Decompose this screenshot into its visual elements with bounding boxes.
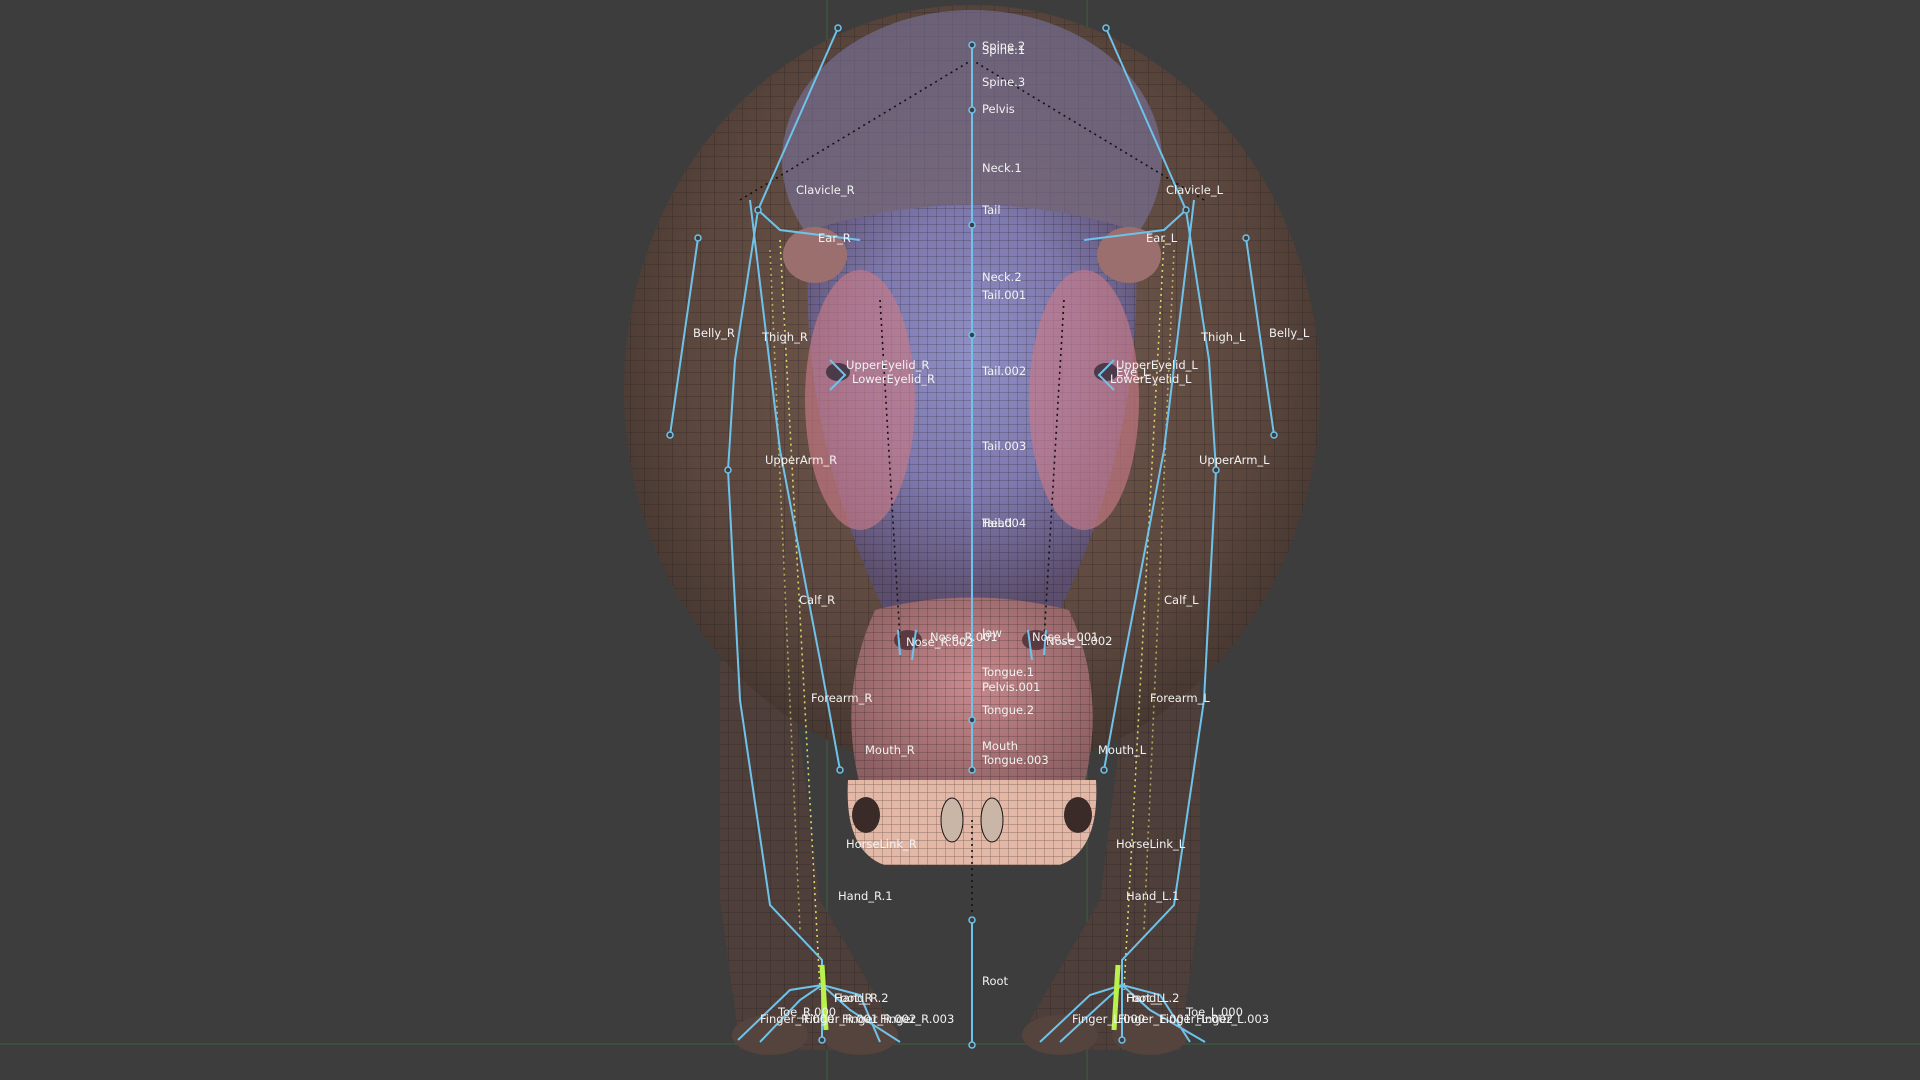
bone-label-mouth-l: Mouth_L bbox=[1098, 743, 1147, 757]
bone-label-tail: Tail bbox=[981, 203, 1001, 217]
bone-label-calf-l: Calf_L bbox=[1164, 593, 1199, 607]
bone-label-hand-r-1: Hand_R.1 bbox=[838, 889, 893, 903]
bone-label-lowereyelid-l: LowerEyelid_L bbox=[1110, 372, 1192, 386]
bone-label-tongue-2: Tongue.2 bbox=[981, 703, 1034, 717]
bone-label-spine-3: Spine.3 bbox=[982, 75, 1025, 89]
bone-label-uppereyelid-r: UpperEyelid_R bbox=[846, 358, 929, 372]
bone-label-horselink-l: HorseLink_L bbox=[1116, 837, 1186, 851]
bone-label-tongue-1: Tongue.1 bbox=[981, 665, 1034, 679]
bone-label-mouth-r: Mouth_R bbox=[865, 743, 915, 757]
bone-label-pelvis: Pelvis bbox=[982, 102, 1015, 116]
bone-label-lowereyelid-r: LowerEyelid_R bbox=[852, 372, 935, 386]
bone-label-tongue-003: Tongue.003 bbox=[981, 753, 1049, 767]
bone-label-belly-l: Belly_L bbox=[1269, 326, 1310, 340]
3d-viewport[interactable]: Spine.2 Spine.1 Spine.3 Pelvis Neck.1 Ta… bbox=[0, 0, 1920, 1080]
bone-label-foot-r: Foot_R bbox=[834, 991, 873, 1005]
bone-label-neck-1: Neck.1 bbox=[982, 161, 1022, 175]
bone-label-upperarm-l: UpperArm_L bbox=[1199, 453, 1270, 467]
bone-label-root: Root bbox=[982, 974, 1009, 988]
bone-label-tail-003: Tail.003 bbox=[981, 439, 1026, 453]
bone-label-finger-l-003: Finger_L.003 bbox=[1196, 1012, 1269, 1026]
bone-label-finger-r-003: Finger_R.003 bbox=[880, 1012, 954, 1026]
bone-label-hand-l-1: Hand_L.1 bbox=[1126, 889, 1179, 903]
bone-label-forearm-r: Forearm_R bbox=[811, 691, 872, 705]
bone-label-horselink-r: HorseLink_R bbox=[846, 837, 917, 851]
bone-label-clavicle-l: Clavicle_L bbox=[1166, 183, 1224, 197]
bone-label-tail-002: Tail.002 bbox=[981, 364, 1026, 378]
bone-label-nose-r-001: Nose_R.001 bbox=[930, 630, 998, 644]
bone-label-spine-1: Spine.1 bbox=[982, 43, 1025, 57]
bone-label-upperarm-r: UpperArm_R bbox=[765, 453, 837, 467]
bone-label-head: Head bbox=[982, 516, 1012, 530]
bone-label-forearm-l: Forearm_L bbox=[1150, 691, 1210, 705]
bone-label-ear-r: Ear_R bbox=[818, 231, 851, 245]
bone-label-tail-001: Tail.001 bbox=[981, 288, 1026, 302]
bone-label-thigh-r: Thigh_R bbox=[761, 330, 808, 344]
bone-label-foot-l: Foot_L bbox=[1126, 991, 1164, 1005]
bone-label-pelvis-001: Pelvis.001 bbox=[982, 680, 1040, 694]
bone-label-ear-l: Ear_L bbox=[1146, 231, 1178, 245]
bone-label-neck-2: Neck.2 bbox=[982, 270, 1022, 284]
bone-label-mouth: Mouth bbox=[982, 739, 1018, 753]
bone-label-nose-l: Nose_L.002 bbox=[1046, 634, 1112, 648]
bone-label-clavicle-r: Clavicle_R bbox=[796, 183, 855, 197]
bone-label-calf-r: Calf_R bbox=[799, 593, 835, 607]
viewport-canvas[interactable]: Spine.2 Spine.1 Spine.3 Pelvis Neck.1 Ta… bbox=[0, 0, 1920, 1080]
bone-label-belly-r: Belly_R bbox=[693, 326, 735, 340]
bone-label-thigh-l: Thigh_L bbox=[1200, 330, 1246, 344]
